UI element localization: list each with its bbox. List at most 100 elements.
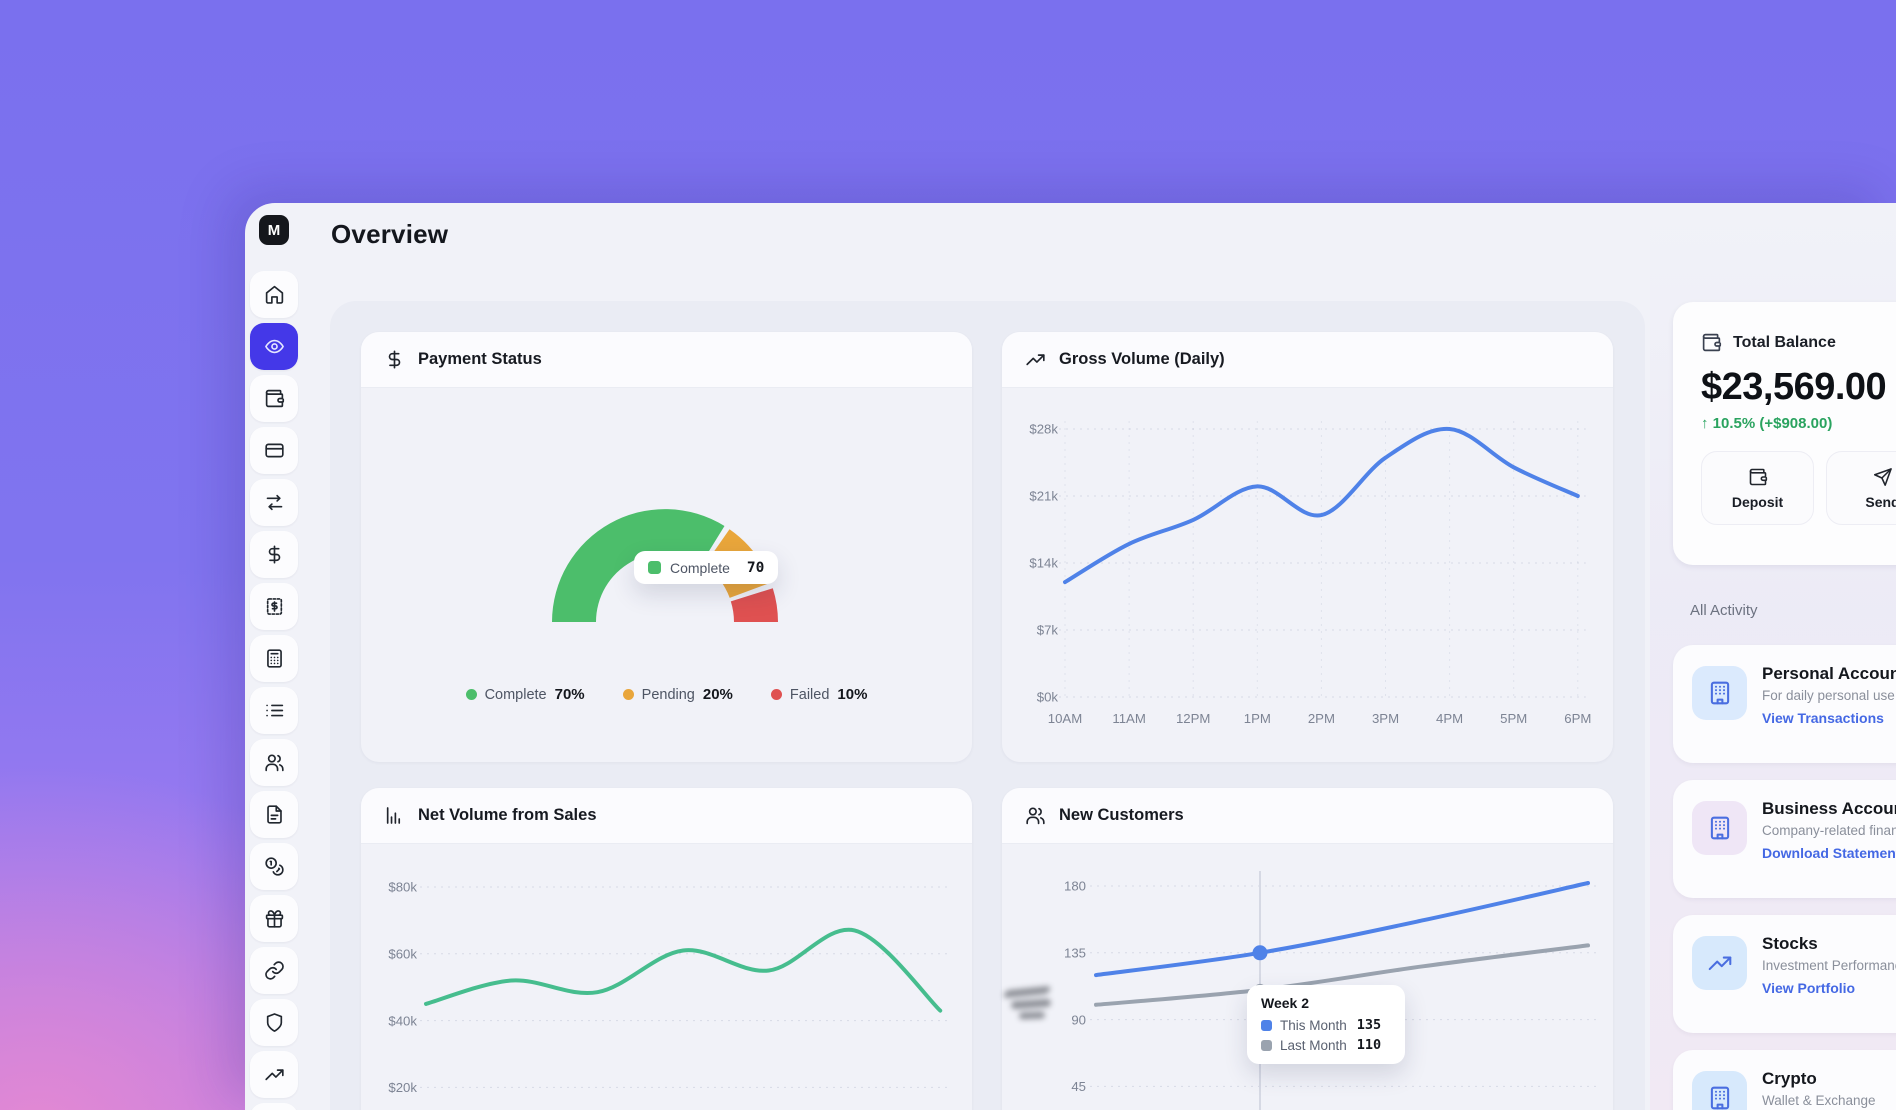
sidebar-item-eye[interactable]: [250, 323, 298, 370]
gross-volume-line-chart: $28k$21k$14k$7k$0k10AM11AM12PM1PM2PM3PM4…: [1002, 387, 1613, 762]
deposit-label: Deposit: [1732, 494, 1783, 510]
sidebar-item-card[interactable]: [250, 427, 298, 474]
card-header: Payment Status: [361, 332, 972, 388]
activity-title: Personal Account: [1762, 664, 1896, 684]
eye-icon: [264, 336, 285, 357]
sidebar-item-coins[interactable]: [250, 843, 298, 890]
building-icon: [1692, 801, 1747, 855]
sidebar-item-calculator[interactable]: [250, 635, 298, 682]
legend-dot-icon: [771, 689, 782, 700]
new-customers-card: New Customers 1801359045 Week 2 This Mon…: [1002, 788, 1613, 1110]
legend-dot-icon: [466, 689, 477, 700]
card-header: Gross Volume (Daily): [1002, 332, 1613, 388]
net-volume-card: Net Volume from Sales $80k$60k$40k$20k: [361, 788, 972, 1110]
balance-actions: Deposit Send: [1701, 451, 1896, 525]
dollar-icon: [384, 349, 405, 370]
svg-text:6PM: 6PM: [1564, 711, 1591, 726]
deposit-button[interactable]: Deposit: [1701, 451, 1814, 525]
activity-subtitle: Company-related finances: [1762, 823, 1896, 838]
activity-link-personal-account[interactable]: View Transactions: [1762, 710, 1884, 726]
app-logo: M: [259, 215, 289, 245]
balance-change: ↑ 10.5% (+$908.00): [1701, 415, 1896, 432]
svg-text:$80k: $80k: [388, 880, 417, 895]
series-value: 135: [1357, 1017, 1381, 1033]
app-window: M Overview Payment Status Complete 70 Co…: [245, 203, 1896, 1110]
svg-text:$21k: $21k: [1029, 489, 1058, 504]
legend-value: 70%: [555, 686, 585, 703]
sidebar-item-users[interactable]: [250, 739, 298, 786]
send-icon: [1873, 467, 1893, 487]
net-volume-line-chart: $80k $60k $40k $20k: [361, 843, 972, 1110]
coins-icon: [264, 856, 285, 877]
users-icon: [1025, 805, 1046, 826]
activity-list: Personal Account For daily personal use Vi…: [1673, 645, 1896, 1110]
screen: M Overview Payment Status Complete 70 Co…: [0, 0, 1896, 1110]
card-title: New Customers: [1059, 806, 1184, 825]
svg-text:5PM: 5PM: [1500, 711, 1527, 726]
calculator-icon: [264, 648, 285, 669]
legend-item-pending: Pending20%: [623, 686, 733, 703]
svg-text:90: 90: [1071, 1012, 1086, 1027]
sidebar-item-dollar[interactable]: [250, 531, 298, 578]
legend-square-icon: [648, 561, 661, 574]
sidebar-item-device[interactable]: [250, 1103, 298, 1110]
svg-text:3PM: 3PM: [1372, 711, 1399, 726]
activity-card-crypto[interactable]: CryptoWallet & Exchange: [1673, 1050, 1896, 1110]
svg-text:$40k: $40k: [388, 1013, 417, 1028]
home-icon: [264, 284, 285, 305]
svg-text:12PM: 12PM: [1176, 711, 1210, 726]
wallet-icon: [1701, 332, 1722, 353]
legend-value: 20%: [703, 686, 733, 703]
series-label: This Month: [1280, 1018, 1347, 1033]
send-label: Send: [1865, 494, 1896, 510]
dollar-icon: [264, 544, 285, 565]
svg-text:2PM: 2PM: [1308, 711, 1335, 726]
svg-text:4PM: 4PM: [1436, 711, 1463, 726]
svg-text:1PM: 1PM: [1244, 711, 1271, 726]
series-label: Last Month: [1280, 1038, 1347, 1053]
svg-text:180: 180: [1064, 879, 1086, 894]
trend-icon: [1692, 936, 1747, 990]
tooltip-row: This Month 135: [1261, 1017, 1391, 1033]
svg-text:45: 45: [1071, 1079, 1086, 1094]
card-icon: [264, 440, 285, 461]
activity-card-stocks[interactable]: StocksInvestment PerformanceView Portfol…: [1673, 915, 1896, 1033]
legend-value: 10%: [837, 686, 867, 703]
sidebar-item-transfer[interactable]: [250, 479, 298, 526]
card-header: New Customers: [1002, 788, 1613, 844]
card-title: Gross Volume (Daily): [1059, 350, 1225, 369]
activity-text: CryptoWallet & Exchange: [1762, 1069, 1876, 1108]
balance-amount: $23,569.00: [1701, 366, 1896, 409]
sidebar-item-file[interactable]: [250, 791, 298, 838]
activity-card-personal-account[interactable]: Personal Account For daily personal use Vi…: [1673, 645, 1896, 763]
activity-link-stocks[interactable]: View Portfolio: [1762, 980, 1855, 996]
activity-title: Crypto: [1762, 1069, 1876, 1089]
trend-icon: [264, 1064, 285, 1085]
sidebar-item-home[interactable]: [250, 271, 298, 318]
activity-card-business-account[interactable]: Business Account Company-related finances…: [1673, 780, 1896, 898]
activity-text: StocksInvestment PerformanceView Portfol…: [1762, 934, 1896, 998]
legend-dot-icon: [623, 689, 634, 700]
svg-text:$0k: $0k: [1037, 690, 1059, 705]
sidebar-item-trend[interactable]: [250, 1051, 298, 1098]
sidebar-item-gift[interactable]: [250, 895, 298, 942]
sidebar-item-wallet[interactable]: [250, 375, 298, 422]
payment-status-card: Payment Status Complete 70 Complete70%Pe…: [361, 332, 972, 762]
sidebar-item-receipt[interactable]: [250, 583, 298, 630]
building-icon: [1692, 666, 1747, 720]
sidebar-item-link[interactable]: [250, 947, 298, 994]
activity-link-business-account[interactable]: Download Statements: [1762, 845, 1896, 861]
activity-title: Business Account: [1762, 799, 1896, 819]
svg-text:$14k: $14k: [1029, 556, 1058, 571]
activity-subtitle: For daily personal use: [1762, 688, 1896, 703]
send-button[interactable]: Send: [1826, 451, 1896, 525]
new-customers-line-chart: 180 135 90 45: [1002, 843, 1613, 1110]
sidebar-item-shield[interactable]: [250, 999, 298, 1046]
svg-text:$20k: $20k: [388, 1080, 417, 1095]
activity-text: Business Account Company-related finances…: [1762, 799, 1896, 863]
legend-label: Complete: [485, 687, 547, 703]
svg-text:$60k: $60k: [388, 947, 417, 962]
svg-text:10AM: 10AM: [1048, 711, 1082, 726]
legend-item-complete: Complete 70%: [466, 686, 585, 703]
sidebar-item-list[interactable]: [250, 687, 298, 734]
